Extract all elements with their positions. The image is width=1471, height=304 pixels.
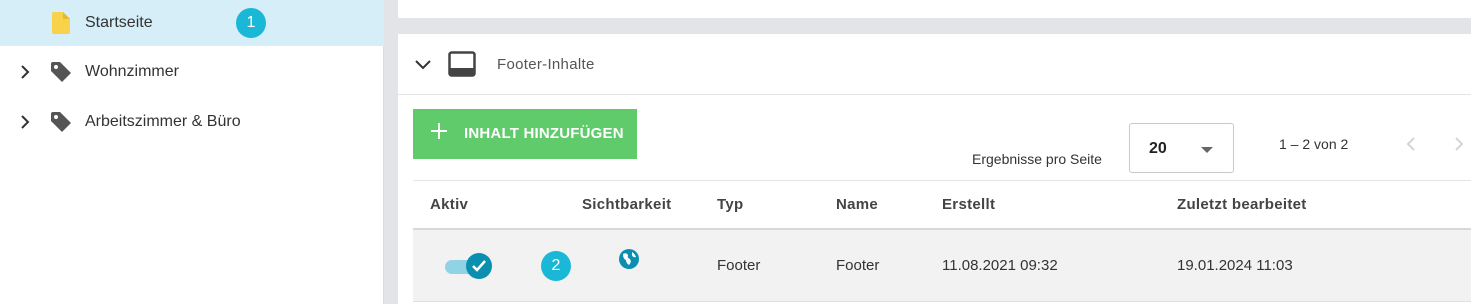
card-header: Footer-Inhalte <box>398 34 1471 95</box>
column-header-zuletzt-bearbeitet[interactable]: Zuletzt bearbeitet <box>1177 196 1307 213</box>
chevron-down-icon[interactable] <box>414 56 432 74</box>
cell-type: Footer <box>717 257 761 274</box>
chevron-left-icon[interactable] <box>1406 136 1420 152</box>
column-header-aktiv[interactable]: Aktiv <box>430 196 468 213</box>
footer-content-card: Footer-Inhalte INHALT HINZUFÜGEN Ergebni… <box>398 34 1471 304</box>
plus-icon <box>430 122 448 140</box>
card-title: Footer-Inhalte <box>497 56 595 73</box>
tag-icon <box>50 111 72 133</box>
footer-layout-icon <box>448 51 476 77</box>
tag-icon <box>50 61 72 83</box>
column-header-sichtbarkeit[interactable]: Sichtbarkeit <box>582 196 671 213</box>
add-content-label: INHALT HINZUFÜGEN <box>464 125 624 142</box>
table-row[interactable]: 2 Footer Footer 11.08.2021 09:32 19.01.2… <box>413 230 1471 302</box>
column-header-erstellt[interactable]: Erstellt <box>942 196 995 213</box>
step-badge: 2 <box>541 251 571 281</box>
active-toggle[interactable] <box>445 252 493 280</box>
tree-item-wohnzimmer[interactable]: Wohnzimmer <box>0 47 384 97</box>
chevron-right-icon[interactable] <box>18 115 32 129</box>
tree-item-startseite[interactable]: Startseite 1 <box>0 0 384 46</box>
globe-icon <box>618 248 640 270</box>
sidebar: Startseite 1 Wohnzimmer Arbeitszimmer & … <box>0 0 384 304</box>
main-area: Footer-Inhalte INHALT HINZUFÜGEN Ergebni… <box>384 0 1471 304</box>
tree-item-label: Wohnzimmer <box>85 63 179 80</box>
table-header: Aktiv Sichtbarkeit Typ Name Erstellt Zul… <box>413 180 1471 230</box>
results-per-page-value: 20 <box>1149 140 1167 157</box>
pagination-range: 1 – 2 von 2 <box>1279 136 1349 152</box>
results-per-page-label: Ergebnisse pro Seite <box>972 151 1102 167</box>
chevron-right-icon[interactable] <box>1454 136 1468 152</box>
results-per-page-select[interactable]: 20 <box>1129 123 1234 173</box>
tree-item-arbeitszimmer[interactable]: Arbeitszimmer & Büro <box>0 97 384 147</box>
cell-created: 11.08.2021 09:32 <box>942 257 1058 274</box>
column-header-name[interactable]: Name <box>836 196 878 213</box>
cell-modified: 19.01.2024 11:03 <box>1177 257 1293 274</box>
check-icon <box>466 253 492 279</box>
tree-item-label: Arbeitszimmer & Büro <box>85 113 241 130</box>
page-icon <box>50 12 72 34</box>
tree-item-label: Startseite <box>85 14 153 31</box>
previous-card <box>398 0 1471 18</box>
chevron-right-icon[interactable] <box>18 65 32 79</box>
add-content-button[interactable]: INHALT HINZUFÜGEN <box>413 109 637 159</box>
cell-name: Footer <box>836 257 880 274</box>
column-header-typ[interactable]: Typ <box>717 196 743 213</box>
step-badge: 1 <box>236 8 266 38</box>
caret-down-icon <box>1201 147 1213 153</box>
